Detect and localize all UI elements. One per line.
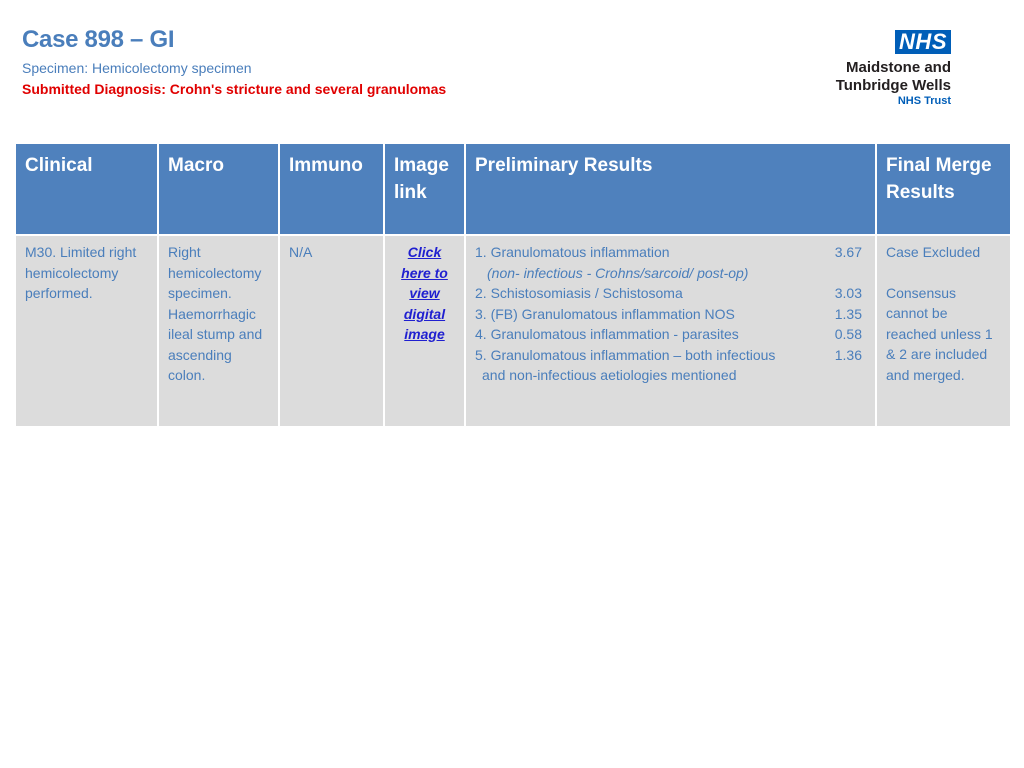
results-table: Clinical Macro Immuno Image link Prelimi… xyxy=(14,142,1012,428)
header-image-link: Image link xyxy=(385,144,464,234)
result-score: 1.36 xyxy=(834,346,862,363)
result-score: 1.35 xyxy=(834,305,862,322)
nhs-logo-badge: NHS xyxy=(895,30,951,54)
header-macro: Macro xyxy=(159,144,278,234)
result-label: 1. Granulomatous inflammation xyxy=(475,244,670,260)
result-line: and non-infectious aetiologies mentioned xyxy=(475,365,866,386)
result-line: 4. Granulomatous inflammation - parasite… xyxy=(475,324,866,345)
cell-image-link: Click here to view digital image xyxy=(385,236,464,426)
cell-clinical: M30. Limited right hemicolectomy perform… xyxy=(16,236,157,426)
header-preliminary-results: Preliminary Results xyxy=(466,144,875,234)
cell-immuno: N/A xyxy=(280,236,383,426)
case-title: Case 898 – GI xyxy=(22,26,175,53)
cell-preliminary-results: 1. Granulomatous inflammation 3.67 (non-… xyxy=(466,236,875,426)
header-final-merge-results: Final Merge Results xyxy=(877,144,1010,234)
logo-line-1: Maidstone and xyxy=(845,59,951,76)
header-clinical: Clinical xyxy=(16,144,157,234)
table-header-row: Clinical Macro Immuno Image link Prelimi… xyxy=(16,144,1010,234)
result-label: and non-infectious aetiologies mentioned xyxy=(482,367,737,383)
result-label: 4. Granulomatous inflammation - parasite… xyxy=(475,326,739,342)
header-immuno: Immuno xyxy=(280,144,383,234)
cell-final-merge-results: Case Excluded Consensus cannot be reache… xyxy=(877,236,1010,426)
result-label: 3. (FB) Granulomatous inflammation NOS xyxy=(475,305,735,322)
logo-line-2: Tunbridge Wells xyxy=(835,77,951,94)
nhs-trust-logo: NHS Maidstone and Tunbridge Wells NHS Tr… xyxy=(801,30,951,108)
result-score xyxy=(862,263,866,284)
result-line: 5. Granulomatous inflammation – both inf… xyxy=(475,345,866,366)
result-score: 3.67 xyxy=(834,244,862,260)
result-score xyxy=(862,365,866,386)
result-line: 1. Granulomatous inflammation 3.67 xyxy=(475,242,866,263)
logo-line-3: NHS Trust xyxy=(897,95,951,107)
submitted-diagnosis: Submitted Diagnosis: Crohn's stricture a… xyxy=(22,81,447,97)
digital-image-link[interactable]: Click here to view digital image xyxy=(401,244,448,342)
table-row: M30. Limited right hemicolectomy perform… xyxy=(16,236,1010,426)
final-note: Consensus cannot be reached unless 1 & 2… xyxy=(886,284,993,383)
result-score: 0.58 xyxy=(834,326,862,342)
cell-macro: Right hemicolectomy specimen. Haemorrhag… xyxy=(159,236,278,426)
final-status: Case Excluded xyxy=(886,244,981,260)
result-label: 2. Schistosomiasis / Schistosoma xyxy=(475,285,683,301)
result-score: 3.03 xyxy=(834,285,862,301)
result-line: 3. (FB) Granulomatous inflammation NOS 1… xyxy=(475,304,866,325)
result-label: (non- infectious - Crohns/sarcoid/ post-… xyxy=(487,264,749,281)
result-line: 2. Schistosomiasis / Schistosoma 3.03 xyxy=(475,283,866,304)
specimen-label: Specimen: Hemicolectomy specimen xyxy=(22,60,252,76)
result-label: 5. Granulomatous inflammation – both inf… xyxy=(475,346,776,363)
result-line: (non- infectious - Crohns/sarcoid/ post-… xyxy=(475,263,866,284)
